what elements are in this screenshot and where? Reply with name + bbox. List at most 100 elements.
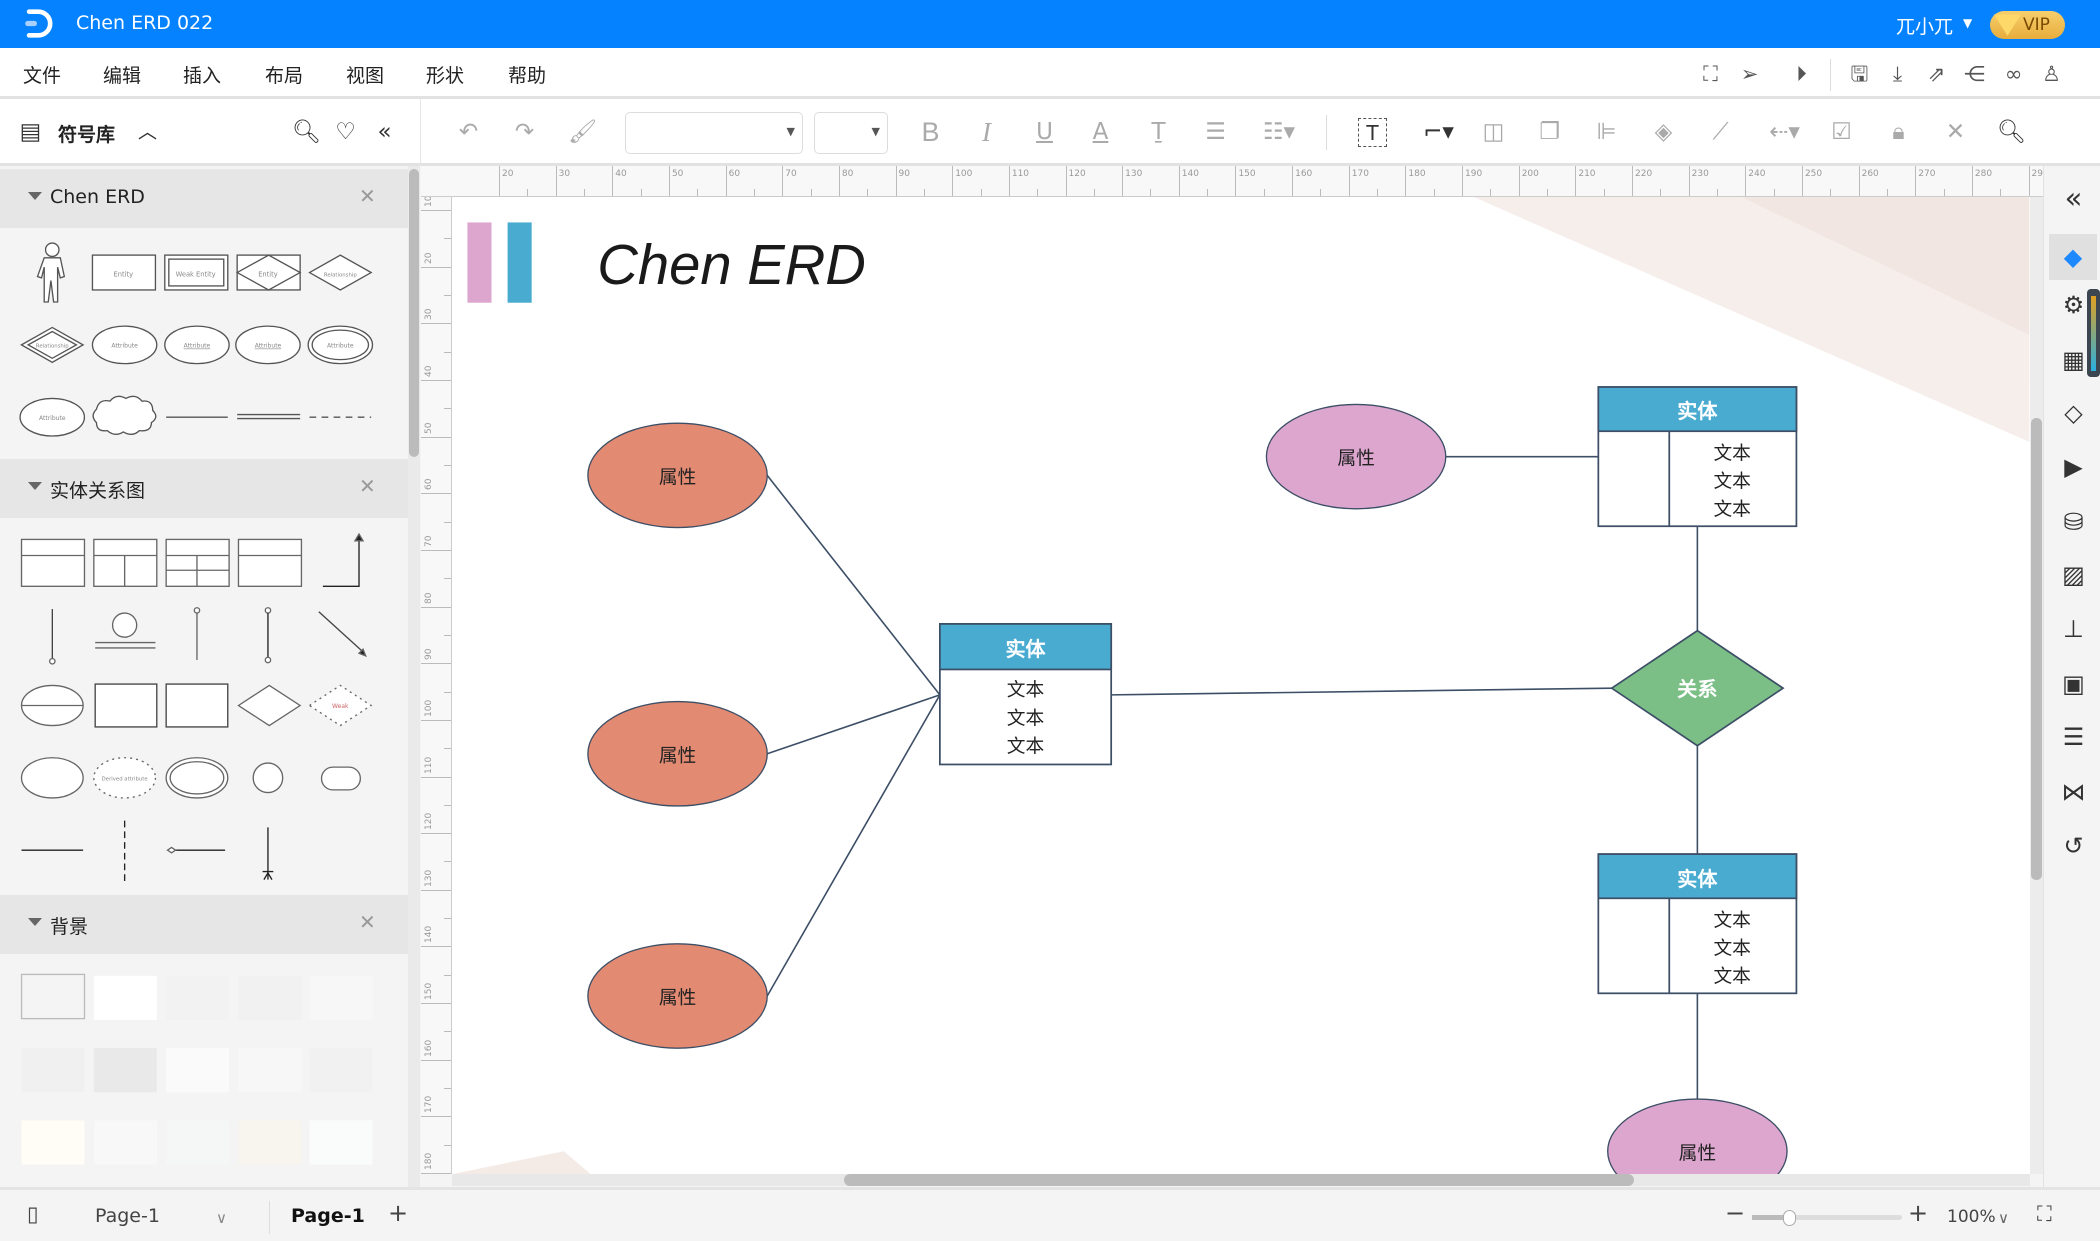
connector-line[interactable]	[766, 694, 941, 755]
chevron-up-icon[interactable]: ︿	[133, 118, 162, 147]
fill-icon[interactable]: ◈	[1649, 118, 1678, 147]
shape-double-line[interactable]	[237, 413, 301, 420]
attribute-ellipse[interactable]: 属性	[1265, 403, 1447, 510]
underline-icon[interactable]: U	[1030, 118, 1059, 147]
zoom-slider-thumb[interactable]	[1783, 1210, 1796, 1226]
database-icon[interactable]: ⛁	[2056, 505, 2091, 540]
redo-icon[interactable]: ↷	[510, 118, 539, 147]
scrollbar-thumb[interactable]	[409, 169, 419, 457]
close-section-icon[interactable]: ✕	[359, 910, 376, 934]
shape-table-two-col[interactable]	[93, 538, 158, 587]
fit-page-icon[interactable]: ⛶	[1697, 61, 1724, 88]
close-section-icon[interactable]: ✕	[359, 474, 376, 498]
background-corner[interactable]	[309, 975, 373, 1020]
shape-associative-entity[interactable]: Entity	[235, 254, 302, 291]
shape-entity[interactable]: Entity	[91, 254, 157, 291]
bold-icon[interactable]: B	[916, 118, 945, 147]
zoom-slider[interactable]	[1752, 1210, 1902, 1226]
legend-blue-bar[interactable]	[507, 222, 532, 303]
scrollbar-thumb[interactable]	[2031, 418, 2042, 880]
shape-line-both-circles[interactable]	[264, 607, 272, 664]
section-header-chen-erd[interactable]: Chen ERD ✕	[0, 169, 410, 228]
background-white[interactable]	[93, 975, 157, 1020]
shape-diagonal-arrow[interactable]	[318, 611, 367, 658]
background-mesh[interactable]	[166, 1120, 230, 1165]
background-vertical-stripes[interactable]	[238, 1120, 302, 1165]
collapse-triangle-icon[interactable]	[28, 918, 42, 926]
entity-table[interactable]: 实体 文本 文本 文本	[938, 623, 1113, 766]
connector-icon[interactable]: ⌐▾	[1420, 118, 1457, 147]
attribute-ellipse[interactable]: 属性	[587, 700, 768, 807]
attribute-ellipse[interactable]: 属性	[587, 422, 768, 529]
collapse-triangle-icon[interactable]	[28, 192, 42, 200]
shape-cloud[interactable]	[92, 395, 157, 435]
menu-insert[interactable]: 插入	[183, 61, 221, 88]
diagram-title[interactable]: Chen ERD	[597, 233, 866, 296]
vip-badge[interactable]: VIP	[1990, 11, 2065, 39]
collapse-panel-icon[interactable]: «	[370, 118, 399, 147]
timeline-icon[interactable]: ☰	[2056, 720, 2091, 755]
shape-actor[interactable]	[36, 242, 66, 303]
presentation-icon[interactable]: ▶	[2056, 450, 2091, 485]
shape-diamond[interactable]	[237, 684, 302, 727]
send-back-icon[interactable]: ❐	[1535, 118, 1564, 147]
format-painter-icon[interactable]: 🖌︎	[568, 118, 597, 147]
download-icon[interactable]: ⤓	[1884, 61, 1911, 88]
background-stripes[interactable]	[166, 975, 230, 1020]
shape-elbow-arrow[interactable]	[322, 532, 365, 587]
collapse-icon[interactable]: «	[2056, 181, 2091, 216]
edit-style-icon[interactable]: ☑	[1827, 118, 1856, 147]
attribute-ellipse[interactable]: 属性	[587, 943, 768, 1049]
text-style-icon[interactable]: Ṯ	[1144, 118, 1173, 147]
legend-pink-bar[interactable]	[467, 222, 492, 303]
shape-rounded-rect[interactable]	[320, 766, 362, 791]
binoculars-icon[interactable]: ∞	[2000, 61, 2027, 88]
play-icon[interactable]: ⏵	[1788, 61, 1815, 88]
background-floral[interactable]	[166, 1048, 230, 1093]
shape-table-header[interactable]	[20, 538, 86, 587]
add-page-icon[interactable]: +	[388, 1199, 408, 1227]
entity-table[interactable]: 实体 文本 文本 文本	[1597, 386, 1798, 528]
distribute-icon[interactable]: ⊫	[1592, 118, 1621, 147]
menu-view[interactable]: 视图	[346, 61, 384, 88]
shape-weak-dotted-diamond[interactable]: Weak	[308, 684, 373, 727]
font-family-select[interactable]: ▼	[625, 112, 803, 154]
send-icon[interactable]: ➢	[1736, 61, 1763, 88]
connector-line[interactable]	[1111, 687, 1612, 696]
scrollbar-thumb[interactable]	[844, 1174, 1634, 1186]
menu-shape[interactable]: 形状	[426, 61, 464, 88]
background-diamond-border[interactable]	[21, 1120, 85, 1165]
shape-ellipse-divided[interactable]	[20, 684, 84, 727]
line-color-icon[interactable]: ⟋	[1706, 118, 1735, 147]
favorites-heart-icon[interactable]: ♡	[331, 118, 360, 147]
zoom-chevron-icon[interactable]: ∨	[1998, 1209, 2009, 1227]
bring-front-icon[interactable]: ◫	[1479, 118, 1508, 147]
page-setup-icon[interactable]: ⚙	[2056, 288, 2091, 323]
shape-line-top-circle[interactable]	[193, 607, 201, 660]
diagram-canvas[interactable]: Chen ERD 属性 属性 属性 属性 属性 实体 文本 文本 文本 实体 文…	[452, 197, 2030, 1174]
search-icon[interactable]: 🔍︎	[1997, 118, 2026, 147]
shape-key-attribute[interactable]: Attribute	[164, 325, 230, 365]
history-icon[interactable]: ↺	[2056, 829, 2091, 864]
shape-circle[interactable]	[252, 762, 284, 794]
background-lattice[interactable]	[21, 1048, 85, 1093]
shape-actor-circle[interactable]	[95, 612, 156, 649]
export-icon[interactable]: ⇗	[1923, 61, 1950, 88]
layers-icon[interactable]: ◇	[2056, 396, 2091, 431]
background-grid[interactable]	[309, 1120, 373, 1165]
shape-attribute[interactable]: Attribute	[91, 325, 158, 365]
puzzle-icon[interactable]: ▣	[2056, 667, 2091, 702]
undo-icon[interactable]: ↶	[454, 118, 483, 147]
shape-line-diamond-end[interactable]	[166, 846, 226, 854]
italic-icon[interactable]: I	[972, 118, 1001, 147]
align-icon[interactable]: ☰	[1201, 118, 1230, 147]
fill-style-icon[interactable]: ◆	[2049, 234, 2097, 280]
shape-ellipse[interactable]	[20, 757, 84, 799]
share-icon[interactable]: ⋲	[1961, 61, 1988, 88]
shape-weak-entity[interactable]: Weak Entity	[164, 254, 229, 291]
zoom-level[interactable]: 100%	[1947, 1207, 1996, 1227]
shirt-icon[interactable]: ♙	[2038, 61, 2065, 88]
text-box-icon[interactable]: T	[1358, 118, 1387, 147]
shape-table-simple[interactable]	[237, 538, 303, 587]
shape-multivalued-attribute[interactable]: Attribute	[307, 325, 374, 365]
